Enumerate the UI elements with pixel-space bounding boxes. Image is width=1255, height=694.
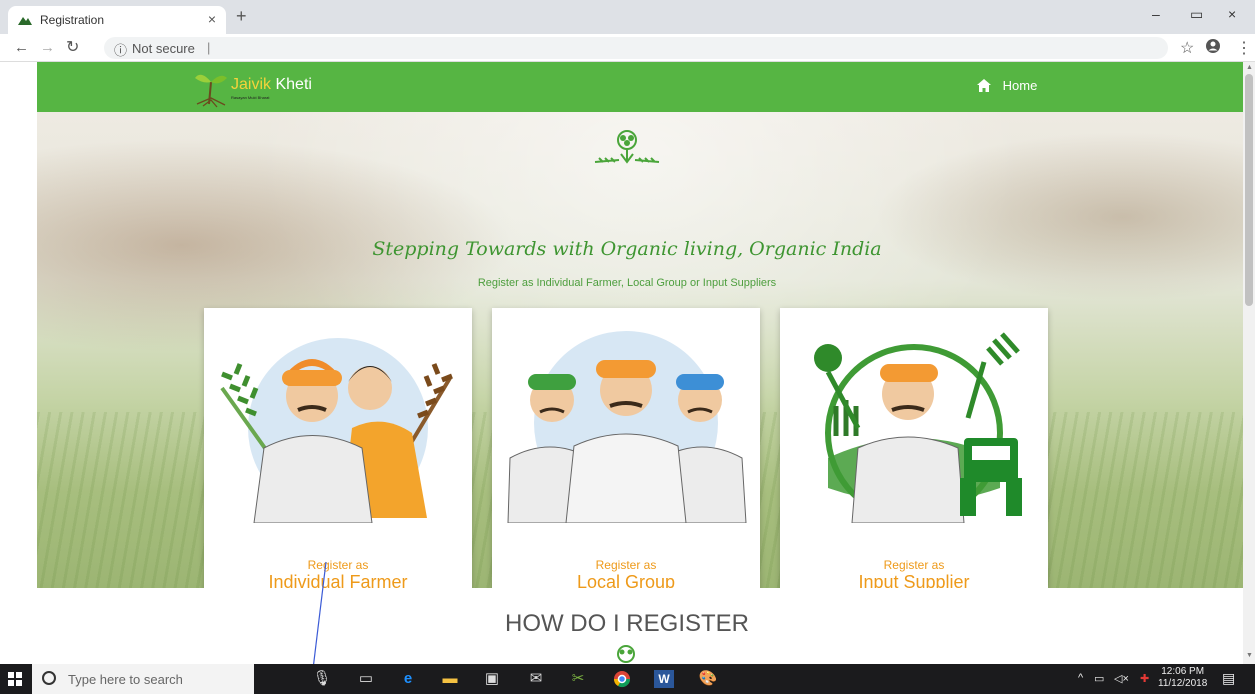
supplier-tractor-illustration-icon	[814, 332, 1022, 523]
search-placeholder: Type here to search	[68, 672, 183, 687]
home-label: Home	[1002, 78, 1038, 93]
word-icon[interactable]: W	[654, 670, 674, 688]
clock-date: 11/12/2018	[1158, 678, 1208, 689]
sprout-logo-icon	[195, 74, 227, 108]
card-prefix: Register as	[595, 558, 657, 572]
system-clock[interactable]: 12:06 PM 11/12/2018	[1158, 666, 1207, 690]
card-title: Individual Farmer	[268, 572, 408, 588]
hero-subtitle: Register as Individual Farmer, Local Gro…	[477, 277, 777, 289]
logo-subtitle: Rasayan Mukt Bharat	[231, 95, 270, 100]
scroll-thumb[interactable]	[1245, 74, 1253, 306]
volume-icon[interactable]: ◁×	[1114, 672, 1129, 685]
site-favicon-icon	[18, 14, 32, 28]
address-bar[interactable]: ⓘ Not secure |	[104, 37, 1168, 59]
web-page: Jaivik Kheti Rasayan Mukt Bharat Home St…	[0, 62, 1243, 664]
leaf-ornament-small-icon	[617, 645, 635, 663]
new-tab-button[interactable]: +	[236, 6, 247, 27]
site-navbar: Jaivik Kheti Rasayan Mukt Bharat Home	[37, 62, 1243, 112]
browser-toolbar: ← → ↻ ⓘ Not secure | ☆ ⋮	[0, 34, 1255, 62]
home-icon	[977, 79, 991, 92]
tab-close-icon[interactable]: ×	[208, 11, 216, 27]
windows-start-icon[interactable]	[8, 672, 22, 686]
show-hidden-icons-icon[interactable]: ^	[1078, 672, 1083, 684]
scroll-down-icon[interactable]: ▼	[1246, 652, 1253, 659]
microphone-icon[interactable]: 🎙	[312, 670, 332, 688]
tab-title: Registration	[40, 13, 105, 27]
nav-home-link[interactable]: Home	[977, 78, 1037, 93]
leaf-ornament-icon	[594, 130, 660, 164]
snipping-tool-icon[interactable]: ✂	[568, 670, 588, 688]
reload-icon[interactable]: ↻	[66, 37, 79, 57]
url-text: |	[207, 40, 211, 55]
section-heading: HOW DO I REGISTER	[504, 610, 749, 637]
chrome-icon[interactable]	[612, 670, 632, 688]
info-icon[interactable]: ⓘ	[114, 40, 127, 59]
clock-time: 12:06 PM	[1161, 666, 1205, 677]
card-prefix: Register as	[307, 558, 369, 572]
bookmark-star-icon[interactable]: ☆	[1180, 38, 1194, 58]
scroll-up-icon[interactable]: ▲	[1246, 64, 1253, 71]
card-title: Local Group	[576, 572, 676, 588]
page-scrollbar[interactable]: ▲ ▼	[1243, 62, 1255, 664]
paint-icon[interactable]: 🎨	[698, 670, 718, 688]
edge-browser-icon[interactable]: e	[398, 670, 418, 688]
back-icon[interactable]: ←	[14, 39, 29, 56]
close-window-button[interactable]: ×	[1228, 6, 1236, 22]
mail-icon[interactable]: ✉	[526, 670, 546, 688]
maximize-button[interactable]: ▭	[1190, 6, 1203, 23]
cortana-icon	[42, 671, 56, 685]
forward-icon[interactable]: →	[40, 39, 55, 56]
farmer-group-illustration-icon	[507, 331, 747, 523]
farmer-couple-illustration-icon	[220, 338, 453, 523]
register-local-group-card[interactable]: Register as Local Group	[492, 308, 760, 588]
site-logo[interactable]: Jaivik Kheti Rasayan Mukt Bharat	[187, 68, 337, 108]
store-icon[interactable]: ▣	[482, 670, 502, 688]
logo-text: Jaivik Kheti	[231, 76, 312, 93]
network-icon[interactable]: ▭	[1094, 672, 1104, 685]
register-individual-farmer-card[interactable]: Register as Individual Farmer	[204, 308, 472, 588]
profile-icon[interactable]	[1205, 38, 1221, 59]
antivirus-icon[interactable]: ✚	[1140, 672, 1149, 685]
notifications-icon[interactable]: ▤	[1222, 670, 1235, 687]
register-input-supplier-card[interactable]: Register as Input Supplier	[780, 308, 1048, 588]
browser-tab-strip: Registration × + – ▭ ×	[0, 0, 1255, 34]
hero-banner: Stepping Towards with Organic living, Or…	[37, 112, 1243, 588]
how-to-register-section: HOW DO I REGISTER	[0, 588, 1243, 664]
card-title: Input Supplier	[858, 572, 970, 588]
taskbar-search-box[interactable]: Type here to search	[32, 664, 254, 694]
minimize-button[interactable]: –	[1152, 6, 1160, 22]
file-explorer-icon[interactable]: ▬	[440, 670, 460, 688]
browser-menu-icon[interactable]: ⋮	[1236, 38, 1252, 58]
card-prefix: Register as	[883, 558, 945, 572]
hero-tagline: Stepping Towards with Organic living, Or…	[372, 238, 882, 260]
task-view-icon[interactable]: ▭	[356, 670, 376, 688]
windows-taskbar: Type here to search 🎙 ▭ e ▬ ▣ ✉ ✂ W 🎨 ^ …	[0, 664, 1255, 694]
tab-registration[interactable]: Registration ×	[8, 6, 226, 34]
security-label: Not secure	[132, 41, 195, 56]
